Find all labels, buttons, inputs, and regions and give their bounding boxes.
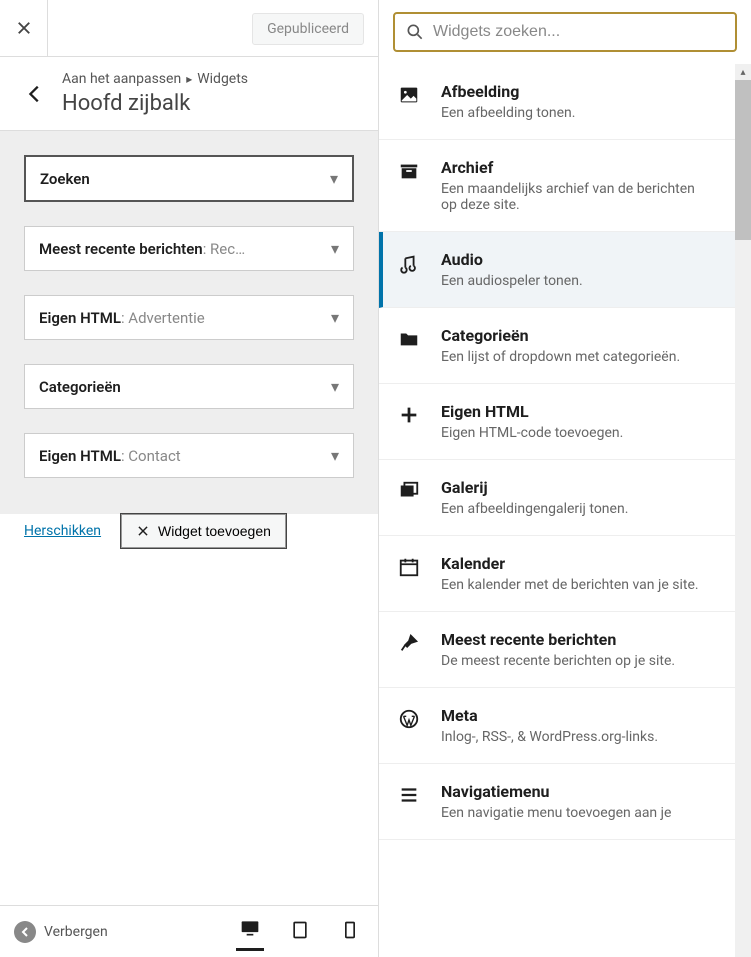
reorder-link[interactable]: Herschikken — [24, 523, 101, 539]
chevron-down-icon: ▾ — [331, 377, 339, 396]
chevron-left-icon — [24, 83, 46, 105]
widget-catalog-item[interactable]: Categorieën Een lijst of dropdown met cat… — [379, 308, 751, 384]
breadcrumb-section: Widgets — [197, 71, 248, 87]
catalog-item-name: Navigatiemenu — [441, 782, 671, 801]
calendar-icon — [395, 554, 423, 593]
breadcrumb-separator-icon: ▸ — [186, 72, 192, 86]
search-icon — [405, 22, 425, 42]
catalog-item-desc: De meest recente berichten op je site. — [441, 653, 675, 669]
widget-catalog-item[interactable]: Audio Een audiospeler tonen. — [379, 232, 751, 308]
scroll-up-icon[interactable]: ▴ — [735, 64, 751, 80]
widget-item-label: Categorieën — [39, 378, 121, 396]
menu-icon — [395, 782, 423, 821]
catalog-item-desc: Eigen HTML-code toevoegen. — [441, 425, 623, 441]
mobile-icon — [340, 920, 360, 940]
tablet-icon — [290, 920, 310, 940]
plus-icon — [395, 402, 423, 441]
widget-catalog-item[interactable]: Meta Inlog-, RSS-, & WordPress.org-links. — [379, 688, 751, 764]
close-button[interactable] — [0, 0, 48, 57]
image-icon — [395, 82, 423, 121]
search-input[interactable] — [433, 23, 725, 41]
sidebar-widget-item[interactable]: Eigen HTML: Contact ▾ — [24, 433, 354, 478]
desktop-icon — [240, 918, 260, 938]
widget-item-label: Eigen HTML: Advertentie — [39, 309, 205, 327]
close-icon — [15, 19, 33, 37]
back-button[interactable] — [12, 71, 58, 105]
catalog-item-name: Afbeelding — [441, 82, 575, 101]
breadcrumb-customizing: Aan het aanpassen — [62, 71, 181, 87]
device-mobile-button[interactable] — [336, 914, 364, 950]
hide-controls-button[interactable]: Verbergen — [14, 921, 108, 943]
widget-item-label: Zoeken — [40, 170, 90, 188]
page-title: Hoofd zijbalk — [62, 91, 362, 116]
widget-catalog-item[interactable]: Eigen HTML Eigen HTML-code toevoegen. — [379, 384, 751, 460]
widget-catalog-item[interactable]: Meest recente berichten De meest recente … — [379, 612, 751, 688]
audio-icon — [395, 250, 423, 289]
catalog-item-desc: Een audiospeler tonen. — [441, 273, 583, 289]
widget-search-box[interactable] — [393, 12, 737, 52]
catalog-item-desc: Een afbeelding tonen. — [441, 105, 575, 121]
sidebar-widget-item[interactable]: Eigen HTML: Advertentie ▾ — [24, 295, 354, 340]
widget-catalog-item[interactable]: Galerij Een afbeeldingengalerij tonen. — [379, 460, 751, 536]
publish-status-button: Gepubliceerd — [252, 13, 364, 45]
catalog-item-name: Archief — [441, 158, 701, 177]
catalog-item-desc: Inlog-, RSS-, & WordPress.org-links. — [441, 729, 658, 745]
widget-catalog-item[interactable]: Navigatiemenu Een navigatie menu toevoege… — [379, 764, 751, 840]
catalog-item-desc: Een kalender met de berichten van je sit… — [441, 577, 699, 593]
catalog-item-name: Eigen HTML — [441, 402, 623, 421]
device-desktop-button[interactable] — [236, 912, 264, 951]
widget-catalog-item[interactable]: Afbeelding Een afbeelding tonen. — [379, 64, 751, 140]
add-widget-label: Widget toevoegen — [158, 523, 271, 539]
catalog-item-name: Meta — [441, 706, 658, 725]
add-widget-button[interactable]: Widget toevoegen — [121, 514, 286, 548]
sidebar-widget-item[interactable]: Meest recente berichten: Rec… ▾ — [24, 226, 354, 271]
catalog-item-desc: Een afbeeldingengalerij tonen. — [441, 501, 628, 517]
widget-catalog-item[interactable]: Kalender Een kalender met de berichten va… — [379, 536, 751, 612]
catalog-item-name: Galerij — [441, 478, 628, 497]
pin-icon — [395, 630, 423, 669]
chevron-down-icon: ▾ — [331, 239, 339, 258]
close-icon — [136, 524, 150, 538]
catalog-item-desc: Een lijst of dropdown met categorieën. — [441, 349, 680, 365]
breadcrumb: Aan het aanpassen ▸ Widgets — [62, 71, 362, 87]
chevron-down-icon: ▾ — [330, 169, 338, 188]
widget-catalog-item[interactable]: Archief Een maandelijks archief van de be… — [379, 140, 751, 232]
sidebar-widget-item[interactable]: Zoeken ▾ — [24, 155, 354, 202]
catalog-item-name: Meest recente berichten — [441, 630, 675, 649]
catalog-item-desc: Een navigatie menu toevoegen aan je — [441, 805, 671, 821]
hide-label: Verbergen — [44, 924, 108, 940]
catalog-item-desc: Een maandelijks archief van de berichten… — [441, 181, 701, 213]
widget-item-label: Eigen HTML: Contact — [39, 447, 181, 465]
archive-icon — [395, 158, 423, 213]
widget-item-label: Meest recente berichten: Rec… — [39, 240, 245, 258]
scrollbar[interactable]: ▴ — [735, 64, 751, 957]
collapse-icon — [14, 921, 36, 943]
device-tablet-button[interactable] — [286, 914, 314, 950]
catalog-item-name: Audio — [441, 250, 583, 269]
wp-icon — [395, 706, 423, 745]
chevron-down-icon: ▾ — [331, 308, 339, 327]
catalog-item-name: Categorieën — [441, 326, 680, 345]
gallery-icon — [395, 478, 423, 517]
folder-icon — [395, 326, 423, 365]
chevron-down-icon: ▾ — [331, 446, 339, 465]
sidebar-widget-item[interactable]: Categorieën ▾ — [24, 364, 354, 409]
catalog-item-name: Kalender — [441, 554, 699, 573]
scrollbar-thumb[interactable] — [735, 80, 751, 240]
